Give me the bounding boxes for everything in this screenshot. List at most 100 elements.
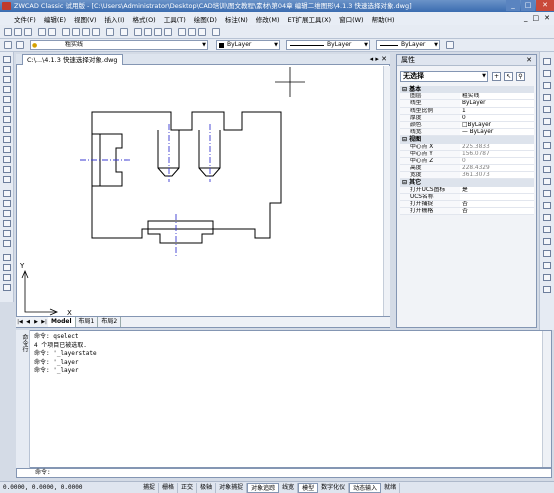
quick-select-icon[interactable]: ⚲ [516, 72, 525, 81]
selection-dropdown[interactable]: 无选择 ▼ [400, 71, 488, 82]
prop-row[interactable]: UCS名称 [400, 193, 534, 201]
paste-icon[interactable] [82, 28, 90, 36]
model-toggle[interactable]: 模型 [298, 482, 319, 493]
tab-layout2[interactable]: 布局2 [98, 317, 122, 327]
polygon-icon[interactable] [3, 86, 11, 93]
prev-tab-icon[interactable]: ◀ [24, 317, 32, 327]
first-tab-icon[interactable]: |◀ [16, 317, 24, 327]
save-icon[interactable] [24, 28, 32, 36]
offset-icon[interactable] [543, 94, 551, 101]
command-input[interactable]: 命令: [16, 468, 552, 478]
menu-dimension[interactable]: 标注(N) [225, 14, 248, 24]
extend-icon[interactable] [543, 190, 551, 197]
line-tool-icon[interactable] [3, 56, 11, 63]
redo-icon[interactable] [120, 28, 128, 36]
zoom-window-icon[interactable] [154, 28, 162, 36]
next-tab-icon[interactable]: ▶ [32, 317, 40, 327]
color-select[interactable]: ByLayer ▼ [216, 40, 280, 50]
ellipse-arc-icon[interactable] [3, 156, 11, 163]
design-center-icon[interactable] [188, 28, 196, 36]
help-icon[interactable] [212, 28, 220, 36]
command-scrollbar[interactable] [542, 331, 551, 467]
gradient-icon[interactable] [3, 210, 11, 217]
polar-toggle[interactable]: 极轴 [197, 482, 217, 493]
tool-palette-icon[interactable] [198, 28, 206, 36]
spline-icon[interactable] [3, 136, 11, 143]
sphere-icon[interactable] [543, 274, 551, 281]
lineweight-select[interactable]: ByLayer ▼ [376, 40, 440, 50]
drawing-canvas[interactable]: Y X [17, 66, 389, 316]
erase-icon[interactable] [543, 58, 551, 65]
zoom-realtime-icon[interactable] [144, 28, 152, 36]
ellipse-icon[interactable] [3, 146, 11, 153]
copy-object-icon[interactable] [543, 70, 551, 77]
array-icon[interactable] [543, 106, 551, 113]
layer-manager-icon[interactable] [4, 41, 12, 49]
pan-icon[interactable] [134, 28, 142, 36]
move-icon[interactable] [543, 118, 551, 125]
document-tab-controls[interactable]: ◂ ▸ ✕ [370, 54, 387, 65]
donut-icon[interactable] [3, 274, 11, 281]
multiline-text-icon[interactable] [3, 240, 11, 247]
prop-row[interactable]: 打开UCS图标是 [400, 186, 534, 194]
menu-insert[interactable]: 插入(I) [105, 14, 125, 24]
plot-style-icon[interactable] [446, 41, 454, 49]
match-properties-icon[interactable] [92, 28, 100, 36]
toggle-pickadd-icon[interactable]: + [492, 72, 501, 81]
section-other[interactable]: ⊟ 其它 [400, 179, 534, 187]
maximize-button[interactable]: □ [521, 0, 535, 11]
prop-row[interactable]: 打开捕捉否 [400, 201, 534, 209]
fillet-icon[interactable] [543, 250, 551, 257]
mirror-icon[interactable] [543, 82, 551, 89]
select-objects-icon[interactable]: ↖ [504, 72, 513, 81]
stretch-icon[interactable] [543, 154, 551, 161]
prop-row[interactable]: 厚度 0 [400, 114, 534, 122]
prop-row[interactable]: 颜色 □ByLayer [400, 121, 534, 130]
trim-icon[interactable] [543, 178, 551, 185]
tablet-toggle[interactable]: 数字化仪 [318, 482, 350, 493]
menu-help[interactable]: 帮助(H) [372, 14, 395, 24]
grid-table-icon[interactable] [3, 284, 11, 291]
menu-draw[interactable]: 绘图(D) [194, 14, 217, 24]
menu-view[interactable]: 视图(V) [74, 14, 97, 24]
region-icon[interactable] [3, 220, 11, 227]
doc-close-button[interactable]: ✕ [544, 14, 550, 22]
snap-toggle[interactable]: 捕捉 [140, 482, 160, 493]
osnap-toggle[interactable]: 对象捕捉 [216, 482, 248, 493]
ortho-toggle[interactable]: 正交 [178, 482, 198, 493]
lineweight-toggle[interactable]: 线宽 [279, 482, 299, 493]
open-file-icon[interactable] [14, 28, 22, 36]
prop-row[interactable]: 打开栅格否 [400, 208, 534, 216]
tab-model[interactable]: Model [48, 317, 76, 327]
tab-layout1[interactable]: 布局1 [76, 317, 99, 327]
point-icon[interactable] [3, 190, 11, 197]
minimize-button[interactable]: _ [506, 0, 520, 11]
boundary-icon[interactable] [3, 264, 11, 271]
linetype-select[interactable]: ByLayer ▼ [286, 40, 370, 50]
cut-icon[interactable] [62, 28, 70, 36]
break-at-point-icon[interactable] [543, 202, 551, 209]
construction-line-icon[interactable] [3, 66, 11, 73]
layer-select[interactable]: ● 粗实线 ▼ [30, 40, 208, 50]
prop-row[interactable]: 线型 ByLayer [400, 100, 534, 108]
menu-tools[interactable]: 工具(T) [164, 14, 186, 24]
break-icon[interactable] [543, 214, 551, 221]
menu-edit[interactable]: 编辑(E) [44, 14, 66, 24]
menu-format[interactable]: 格式(O) [133, 14, 156, 24]
hatch-icon[interactable] [3, 200, 11, 207]
rotate-icon[interactable] [543, 130, 551, 137]
rectangle-icon[interactable] [3, 96, 11, 103]
properties-close-button[interactable]: ✕ [526, 55, 532, 66]
lengthen-icon[interactable] [543, 166, 551, 173]
grid-toggle[interactable]: 栅格 [159, 482, 179, 493]
menu-modify[interactable]: 修改(M) [256, 14, 280, 24]
make-block-icon[interactable] [3, 176, 11, 183]
prop-row[interactable]: 线型比例 1 [400, 107, 534, 115]
properties-icon[interactable] [178, 28, 186, 36]
print-icon[interactable] [38, 28, 46, 36]
document-tab[interactable]: C:\...\4.1.3 快速选择对象.dwg [22, 54, 123, 65]
undo-icon[interactable] [106, 28, 114, 36]
table-icon[interactable] [3, 230, 11, 237]
print-preview-icon[interactable] [48, 28, 56, 36]
join-icon[interactable] [543, 226, 551, 233]
